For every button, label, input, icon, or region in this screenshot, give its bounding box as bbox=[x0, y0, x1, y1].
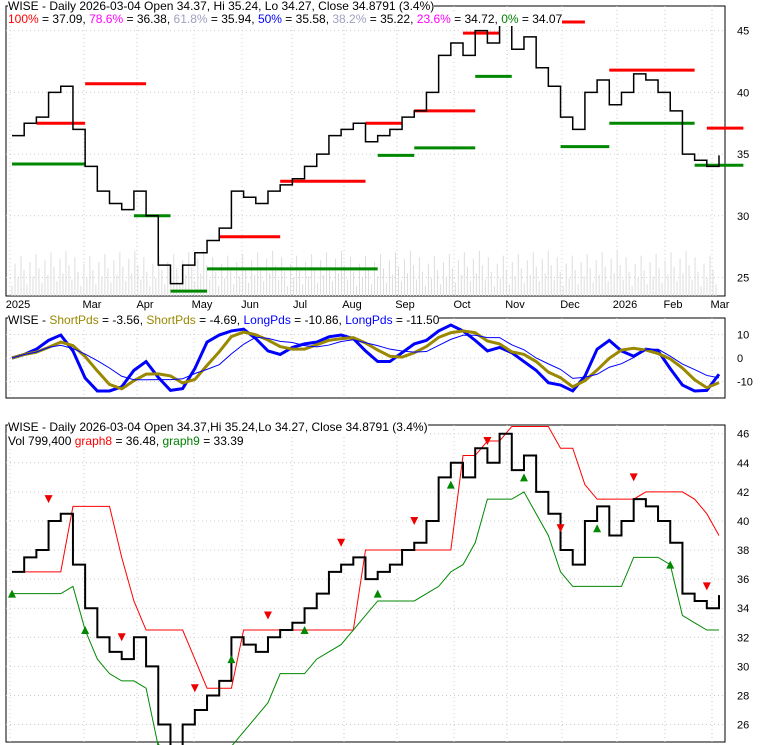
x-tick-label: Nov bbox=[505, 299, 525, 311]
legend-part: = -11.50 bbox=[392, 313, 440, 327]
y-tick-label: 35 bbox=[737, 149, 749, 161]
legend-part: = 36.48, bbox=[112, 434, 163, 448]
buy-arrow bbox=[519, 473, 528, 482]
x-tick-label: 2026 bbox=[613, 299, 637, 311]
fib-label: 100% bbox=[8, 12, 39, 26]
y-tick-label: -10 bbox=[737, 377, 753, 389]
legend-part: = -4.69, bbox=[195, 313, 244, 327]
y-tick-label: 42 bbox=[737, 487, 749, 499]
x-tick-label: Dec bbox=[560, 299, 580, 311]
legend-part: Vol 799,400 bbox=[8, 434, 75, 448]
graph9-line bbox=[12, 491, 719, 745]
sell-arrow bbox=[263, 611, 272, 620]
fib-label: 50% bbox=[257, 12, 282, 26]
sell-arrow bbox=[556, 524, 565, 533]
y-tick-label: 44 bbox=[737, 458, 749, 470]
x-tick-label: Aug bbox=[342, 299, 362, 311]
fib-label: 0% bbox=[501, 12, 519, 26]
buy-arrow bbox=[666, 560, 675, 569]
shortpds-line bbox=[11, 329, 720, 391]
fib-label: 23.6% bbox=[416, 12, 451, 26]
y-tick-label: 30 bbox=[737, 661, 749, 673]
price-line bbox=[12, 432, 720, 745]
fib-value: 35.94 bbox=[221, 12, 252, 26]
y-tick-label: 38 bbox=[737, 545, 749, 557]
stock-chart: 2025 Mar Apr May Jun Jul Aug Sep Oct Nov Dec 2026 Fe… bbox=[0, 0, 780, 745]
y-tick-label: 0 bbox=[737, 353, 743, 365]
legend-part: ShortPds bbox=[49, 313, 99, 327]
x-tick-label: Mar bbox=[711, 299, 730, 311]
legend-part: ShortPds bbox=[146, 313, 196, 327]
legend-part: WISE - bbox=[8, 313, 50, 327]
x-tick-label: Oct bbox=[453, 299, 470, 311]
fib-value: 36.38 bbox=[136, 12, 167, 26]
legend-part: graph9 bbox=[162, 434, 200, 448]
trend-panel-title: WISE - Daily 2026-03-04 Open 34.37,Hi 35… bbox=[8, 420, 428, 434]
legend-part: = 33.39 bbox=[199, 434, 244, 448]
legend-part: LongPds bbox=[243, 313, 291, 327]
sell-arrow bbox=[702, 582, 711, 591]
legend-part: graph8 bbox=[74, 434, 113, 448]
y-tick-label: 40 bbox=[737, 516, 749, 528]
trend-panel-legend: Vol 799,400 graph8 = 36.48, graph9 = 33.… bbox=[8, 435, 244, 448]
oscillator-legend: WISE - ShortPds = -3.56, ShortPds = -4.6… bbox=[8, 313, 440, 327]
x-tick-label: 2025 bbox=[6, 299, 30, 311]
y-tick-label: 46 bbox=[737, 429, 749, 441]
panel-frame bbox=[5, 424, 726, 743]
y-tick-label: 10 bbox=[737, 329, 749, 341]
legend-part: = -3.56, bbox=[98, 313, 147, 327]
y-tick-label: 26 bbox=[737, 720, 749, 732]
sell-arrow bbox=[629, 473, 638, 482]
fib-value: 37.09 bbox=[52, 12, 83, 26]
x-tick-label: Apr bbox=[136, 299, 153, 311]
legend-part: = -10.86, bbox=[290, 313, 346, 327]
fib-value: 35.22 bbox=[380, 12, 411, 26]
sell-arrow bbox=[44, 495, 53, 504]
buy-arrow bbox=[593, 524, 602, 533]
buy-arrow bbox=[227, 655, 236, 664]
x-tick-label: Mar bbox=[83, 299, 102, 311]
y-tick-label: 45 bbox=[737, 26, 749, 38]
x-tick-label: Feb bbox=[664, 299, 683, 311]
fib-legend: 100% = 37.09, 78.6% = 36.38, 61.8% = 35.… bbox=[8, 12, 563, 26]
y-tick-label: 30 bbox=[737, 211, 749, 223]
x-tick-label: Jun bbox=[241, 299, 259, 311]
y-tick-label: 25 bbox=[737, 272, 749, 284]
buy-arrow bbox=[81, 626, 90, 635]
fib-value: 35.58 bbox=[295, 12, 326, 26]
y-tick-label: 36 bbox=[737, 574, 749, 586]
sell-arrow bbox=[190, 684, 199, 693]
chart-canvas: 2025 Mar Apr May Jun Jul Aug Sep Oct Nov Dec 2026 Fe… bbox=[5, 5, 753, 745]
fib-value: 34.07 bbox=[532, 12, 563, 26]
y-tick-label: 40 bbox=[737, 87, 749, 99]
y-tick-label: 34 bbox=[737, 603, 749, 615]
x-tick-label: Jul bbox=[293, 299, 307, 311]
price-line bbox=[12, 17, 720, 285]
sell-arrow bbox=[410, 516, 419, 525]
x-tick-label: May bbox=[192, 299, 213, 311]
y-tick-label: 32 bbox=[737, 632, 749, 644]
fib-value: 34.72 bbox=[464, 12, 495, 26]
fib-label: 78.6% bbox=[89, 12, 124, 26]
y-tick-label: 28 bbox=[737, 690, 749, 702]
fib-label: 38.2% bbox=[332, 12, 367, 26]
fib-label: 61.8% bbox=[173, 12, 208, 26]
buy-arrow bbox=[373, 589, 382, 598]
x-tick-label: Sep bbox=[395, 299, 415, 311]
legend-part: LongPds bbox=[345, 313, 393, 327]
